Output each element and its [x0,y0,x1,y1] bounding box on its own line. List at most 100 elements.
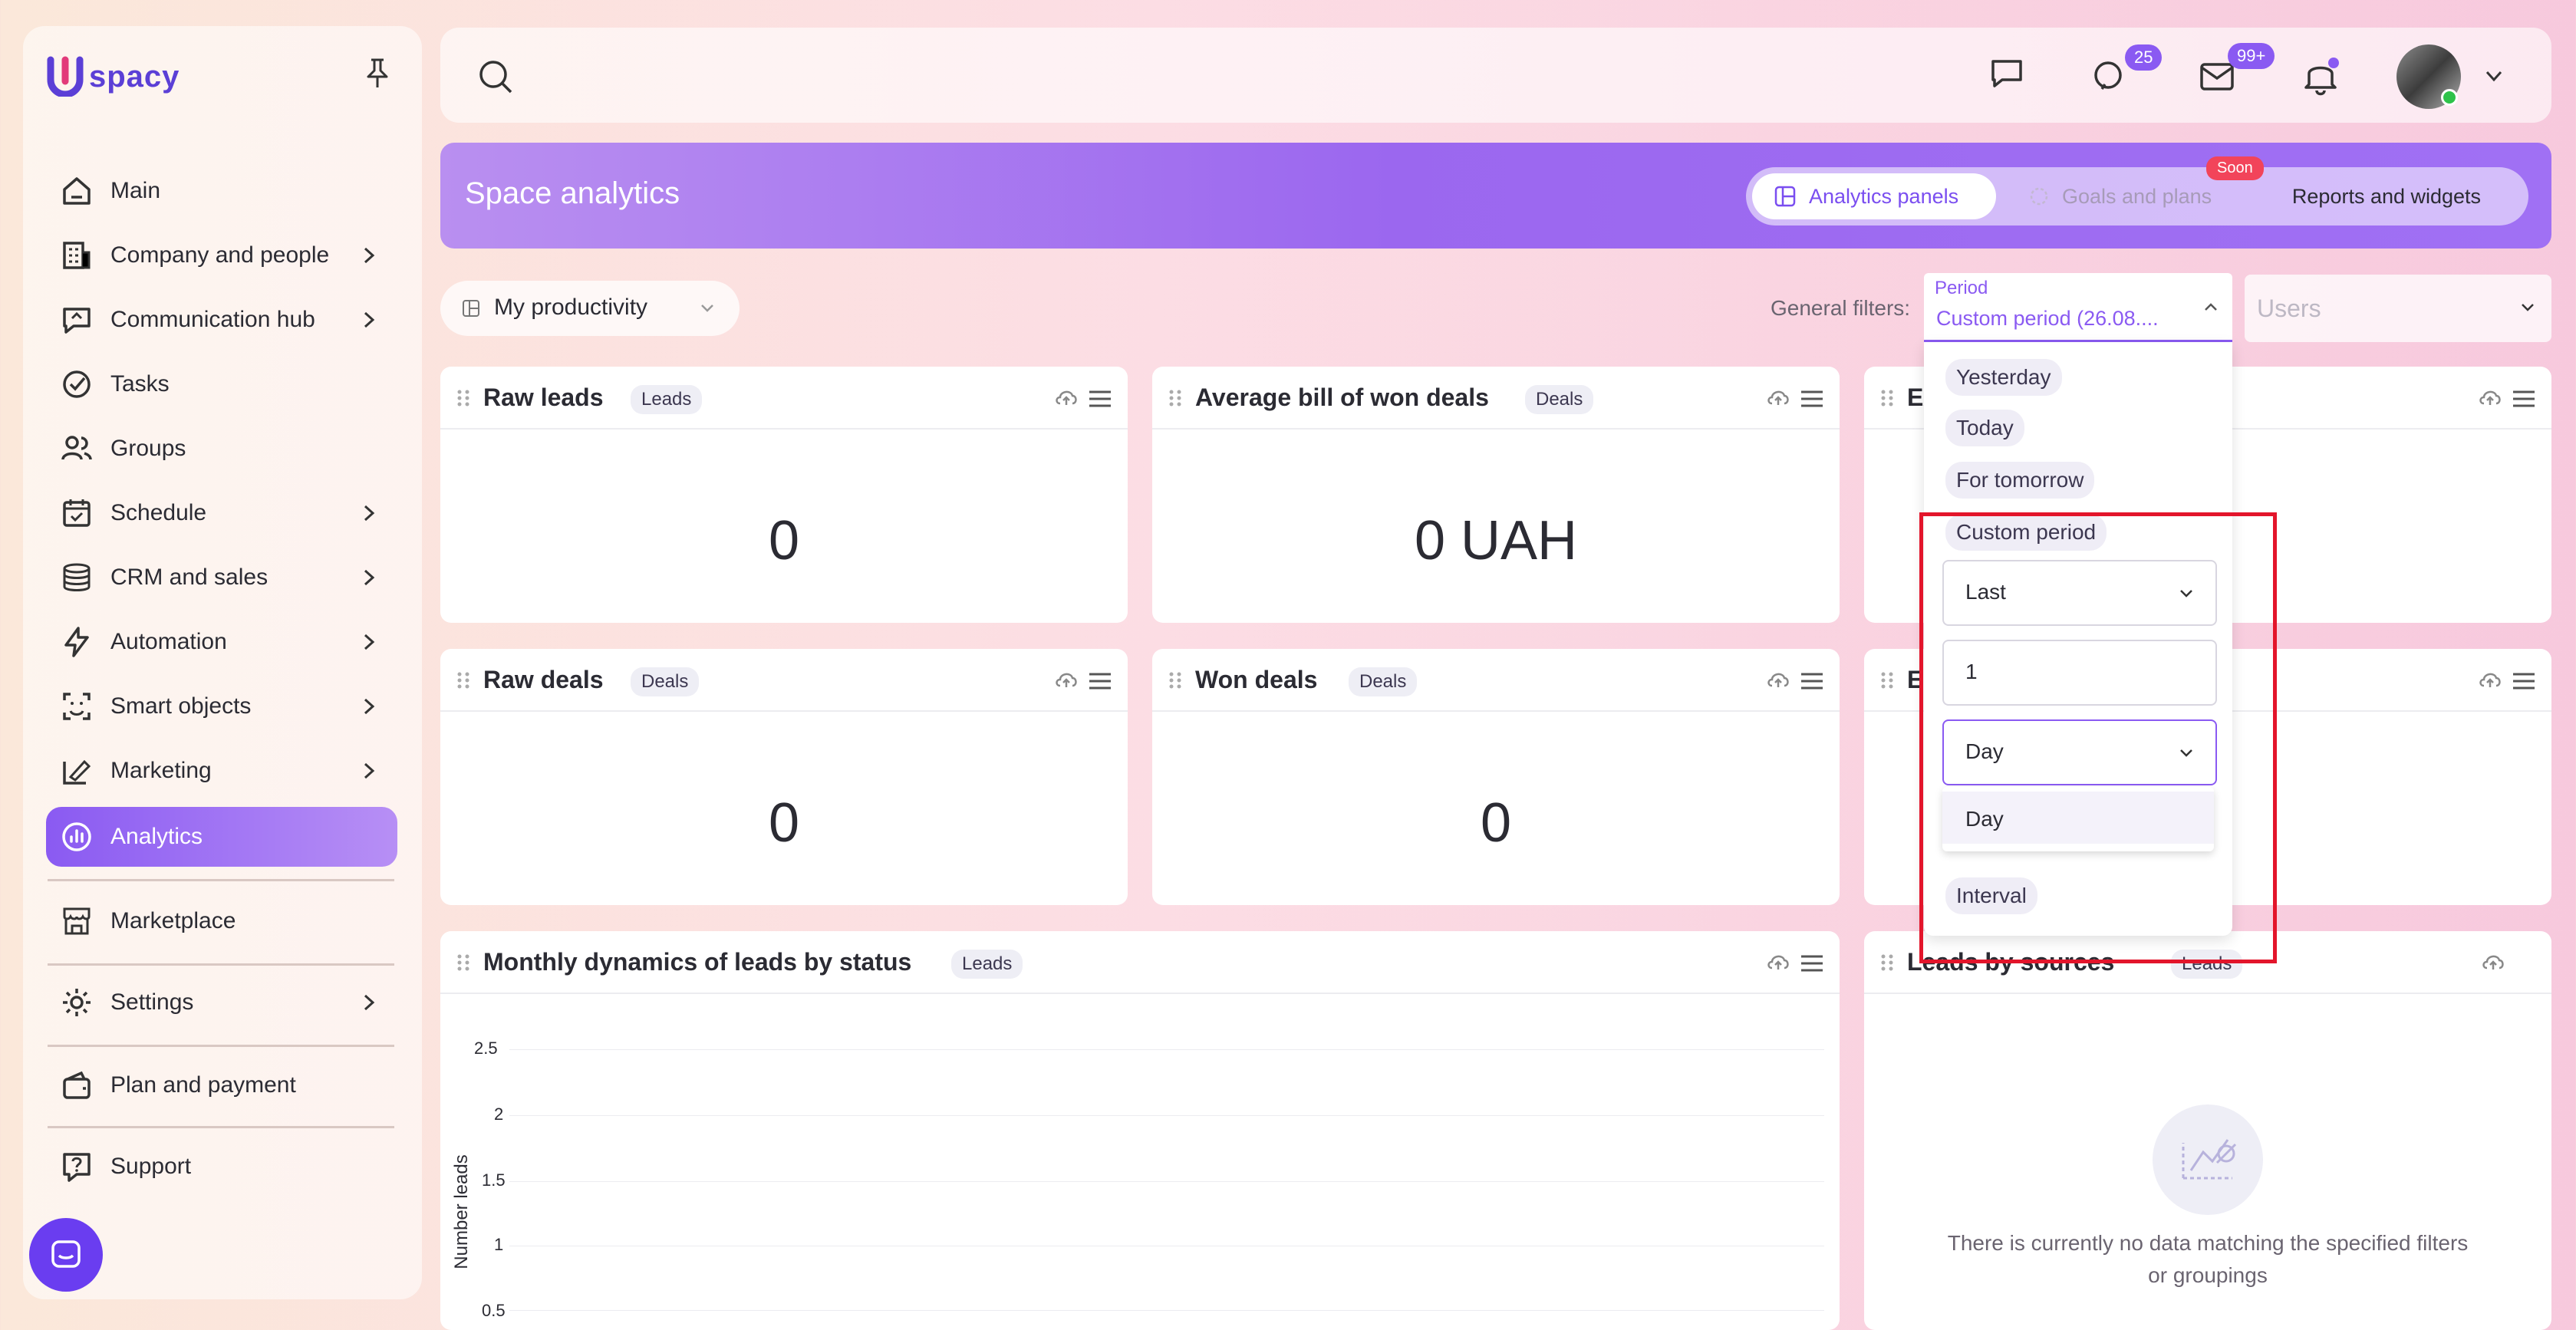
sidebar-item-label: Automation [110,629,227,654]
card-leads-by-sources: Leads by sources Leads There is currentl… [1864,931,2551,1330]
sidebar-item-label: Marketing [110,758,212,783]
card-average-bill: Average bill of won deals Deals 0 UAH [1152,367,1840,623]
chevron-right-icon [356,693,382,719]
chart-gridline [509,1049,1824,1050]
card-header: Won deals Deals [1152,649,1840,712]
menu-icon[interactable] [2512,390,2536,408]
search-icon[interactable] [477,58,514,95]
sidebar-item-groups[interactable]: Groups [46,419,397,479]
tab-analytics-panels[interactable]: Analytics panels [1752,173,1996,219]
cloud-upload-icon[interactable] [1054,670,1079,689]
sidebar-divider [48,963,394,966]
mail-icon[interactable] [2199,60,2235,94]
logo[interactable]: spacy [46,55,199,100]
cloud-upload-icon[interactable] [2478,388,2502,407]
menu-icon[interactable] [1088,390,1112,408]
drag-handle-icon[interactable] [1168,388,1183,408]
tab-reports-and-widgets[interactable]: Reports and widgets [2252,173,2521,219]
sidebar-item-plan-and-payment[interactable]: Plan and payment [46,1055,397,1115]
chevron-down-icon [2516,296,2539,319]
sidebar-item-company-and-people[interactable]: Company and people [46,226,397,285]
card-title: Raw leads [483,384,604,411]
pin-icon[interactable] [364,57,394,94]
dashboard-select-value: My productivity [494,295,648,320]
sidebar-item-settings[interactable]: Settings [46,973,397,1032]
drag-handle-icon[interactable] [1879,670,1895,690]
users-placeholder: Users [2257,295,2321,322]
menu-icon[interactable] [1800,390,1824,408]
card-header: Raw leads Leads [440,367,1128,430]
card-won-deals: Won deals Deals 0 [1152,649,1840,905]
chat-widget-button[interactable] [29,1218,103,1292]
sidebar-divider [48,1045,394,1047]
drag-handle-icon[interactable] [456,670,471,690]
card-title: Raw deals [483,666,604,693]
message-icon[interactable] [1988,55,2025,92]
sidebar-item-smart-objects[interactable]: Smart objects [46,677,397,736]
menu-icon[interactable] [1800,672,1824,690]
sidebar-item-support[interactable]: Support [46,1137,397,1197]
card-title: Average bill of won deals [1195,384,1489,411]
users-icon [57,429,97,469]
sidebar-item-main[interactable]: Main [46,161,397,221]
empty-chart-icon [2153,1104,2263,1215]
sidebar: spacy Main Company and people Communicat… [23,26,422,1299]
chart-gridline [509,1115,1824,1116]
sidebar-item-label: Tasks [110,371,170,397]
drag-handle-icon[interactable] [456,388,471,408]
sidebar-item-label: Schedule [110,500,207,525]
tab-goals-and-plans[interactable]: Goals and plans [2011,173,2242,219]
period-option-for-tomorrow[interactable]: For tomorrow [1945,462,2095,499]
sidebar-item-label: Analytics [110,824,203,849]
users-select[interactable]: Users [2245,275,2551,342]
layout-icon [462,299,480,318]
chevron-right-icon [356,989,382,1016]
period-option-today[interactable]: Today [1945,410,2024,446]
bell-icon[interactable] [2301,57,2340,97]
sidebar-item-tasks[interactable]: Tasks [46,354,397,414]
y-tick-label: 0.5 [482,1301,506,1320]
chats-icon[interactable] [2091,58,2128,95]
card-title: Won deals [1195,666,1318,693]
drag-handle-icon[interactable] [1879,388,1895,408]
cloud-upload-icon[interactable] [2481,953,2505,971]
logo-text: spacy [89,60,180,94]
sidebar-item-schedule[interactable]: Schedule [46,483,397,543]
sidebar-item-analytics[interactable]: Analytics [46,807,397,867]
drag-handle-icon[interactable] [1879,953,1895,973]
chevron-right-icon [356,629,382,655]
chevron-right-icon [356,758,382,784]
logo-icon [47,56,84,97]
sidebar-item-communication-hub[interactable]: Communication hub [46,290,397,350]
highlight-annotation-box [1919,512,2277,963]
sidebar-item-label: Plan and payment [110,1072,296,1098]
period-option-yesterday[interactable]: Yesterday [1945,359,2062,396]
cloud-upload-icon[interactable] [1054,388,1079,407]
menu-icon[interactable] [1088,672,1112,690]
dashboard-select[interactable]: My productivity [440,281,740,336]
cloud-upload-icon[interactable] [2478,670,2502,689]
card-value: 0 UAH [1414,510,1578,571]
sidebar-divider [48,879,394,881]
card-tag: Deals [1525,385,1594,414]
sidebar-item-automation[interactable]: Automation [46,612,397,672]
check-circle-icon [57,364,97,404]
menu-icon[interactable] [2512,672,2536,690]
chart-gridline [509,1181,1824,1182]
chart-area: 2.5 2 1.5 1 0.5 Number leads [440,931,1840,1330]
megaphone-icon [57,751,97,791]
cloud-upload-icon[interactable] [1766,670,1790,689]
chevron-right-icon [356,307,382,333]
drag-handle-icon[interactable] [1168,670,1183,690]
coins-icon [57,558,97,598]
avatar[interactable] [2396,44,2461,109]
cloud-upload-icon[interactable] [1766,388,1790,407]
tab-label: Reports and widgets [2291,184,2482,208]
sidebar-item-crm-and-sales[interactable]: CRM and sales [46,548,397,607]
chevron-down-icon[interactable] [2481,63,2507,89]
sidebar-item-marketing[interactable]: Marketing [46,741,397,801]
page-header: Space analytics Analytics panels Goals a… [440,143,2551,249]
period-select[interactable]: Period Custom period (26.08.... [1924,273,2232,342]
general-filters-label: General filters: [1771,296,1911,320]
sidebar-item-marketplace[interactable]: Marketplace [46,891,397,951]
